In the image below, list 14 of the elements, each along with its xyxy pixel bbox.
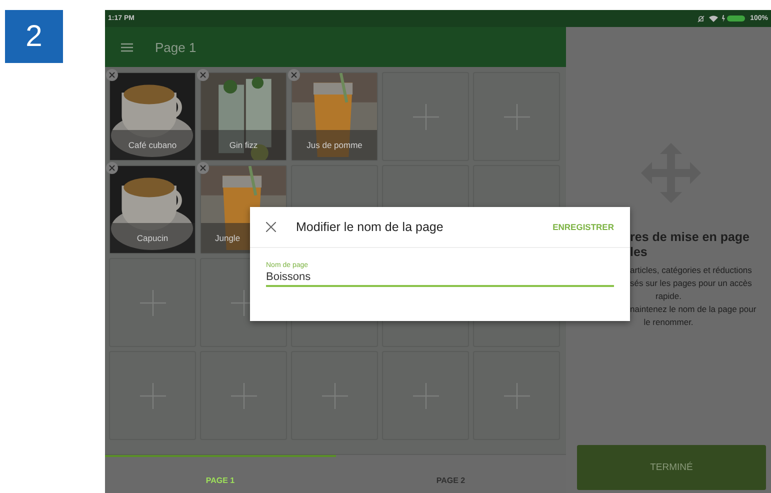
panel-text: naintenez le nom de la page pour xyxy=(629,303,758,316)
item-label: Gin fizz xyxy=(201,130,286,160)
step-badge: 2 xyxy=(5,10,63,63)
dialog-title: Modifier le nom de la page xyxy=(296,220,444,234)
item-label: Jus de pomme xyxy=(292,130,377,160)
panel-title: les xyxy=(629,245,648,260)
panel-text: rapide. xyxy=(654,290,682,303)
item-label: Café cubano xyxy=(110,130,195,160)
panel-text: le renommer. xyxy=(642,316,694,329)
panel-title: res de mise en page xyxy=(629,230,751,245)
page-title: Page 1 xyxy=(155,40,196,54)
item-label: Capucin xyxy=(110,223,195,253)
panel-text: sés sur les pages pour un accès xyxy=(629,277,753,290)
panel-text: articles, catégories et réductions xyxy=(629,264,753,277)
